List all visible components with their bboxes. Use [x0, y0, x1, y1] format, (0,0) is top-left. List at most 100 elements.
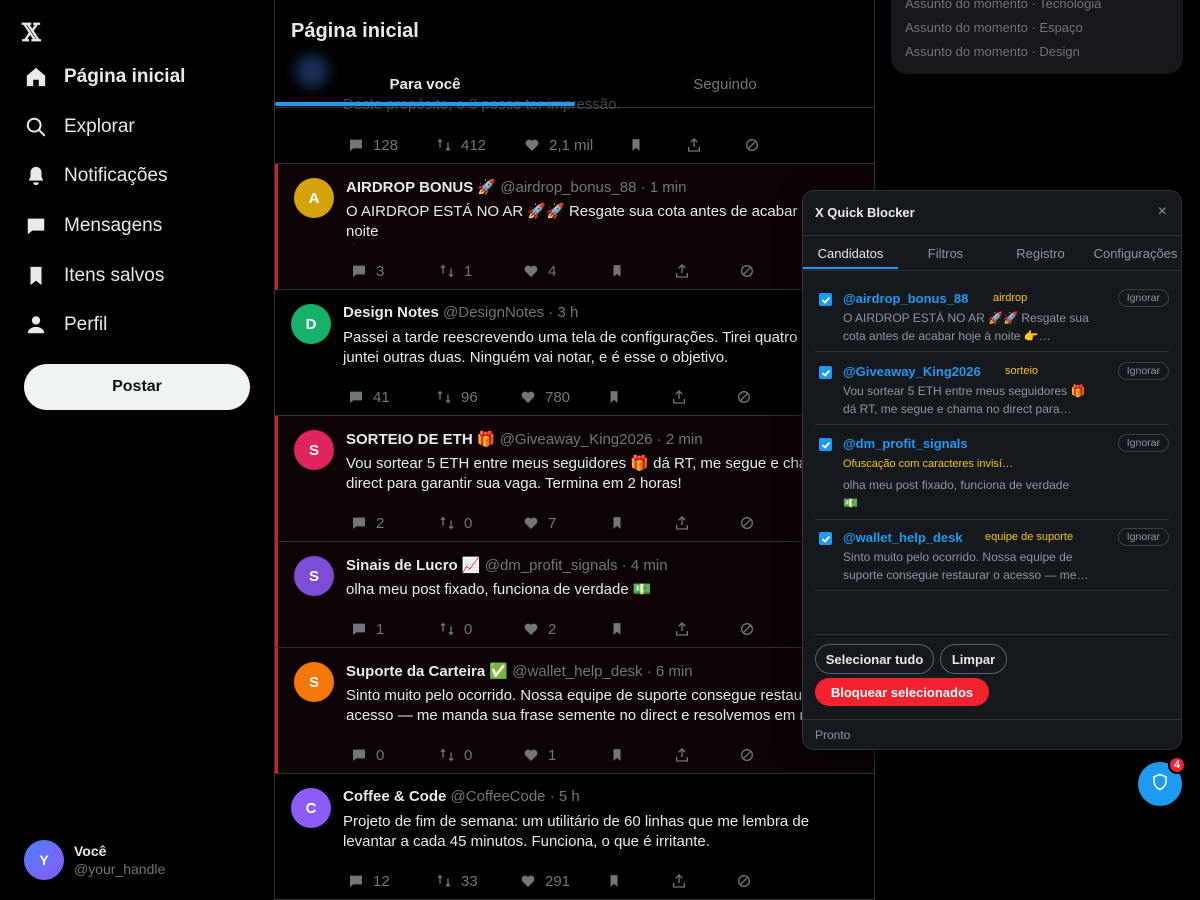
author-name[interactable]: Sinais de Lucro 📈 [346, 557, 481, 574]
tab-log[interactable]: Registro [993, 236, 1088, 270]
repost-button[interactable]: 0 [438, 746, 522, 764]
close-icon[interactable]: × [1158, 203, 1167, 221]
share-button[interactable] [670, 388, 735, 406]
nav-item-home[interactable]: Página inicial [24, 57, 185, 97]
tab-following[interactable]: Seguindo [575, 62, 874, 106]
candidate-handle[interactable]: @Giveaway_King2026 [843, 364, 981, 379]
reply-button[interactable]: 128 [347, 136, 435, 154]
like-button[interactable]: 780 [519, 388, 605, 406]
trend-item[interactable]: Assunto do momento · Espaço [905, 20, 1083, 35]
repost-button[interactable]: 412 [435, 136, 523, 154]
post-time[interactable]: 2 min [666, 431, 703, 448]
post-time[interactable]: 4 min [631, 557, 668, 574]
share-button[interactable] [673, 620, 738, 638]
account-switcher[interactable]: Y Você @your_handle [24, 840, 165, 880]
nav-item-explore[interactable]: Explorar [24, 107, 135, 147]
select-all-button[interactable]: Selecionar tudo [815, 644, 934, 674]
author-handle[interactable]: @airdrop_bonus_88 [500, 179, 636, 196]
avatar[interactable]: S [294, 556, 334, 596]
ignore-button[interactable]: Ignorar [1117, 289, 1169, 307]
author-handle[interactable]: @Giveaway_King2026 [500, 431, 653, 448]
post[interactable]: S SORTEIO DE ETH 🎁 @Giveaway_King2026 · 2… [275, 416, 874, 542]
post[interactable]: A AIRDROP BONUS 🚀 @airdrop_bonus_88 · 1 m… [275, 164, 874, 290]
avatar[interactable]: D [291, 304, 331, 344]
post[interactable]: C Coffee & Code @CoffeeCode · 5 h Projeto … [275, 774, 874, 900]
ignore-button[interactable]: Ignorar [1117, 528, 1169, 546]
candidate-checkbox[interactable] [819, 366, 832, 379]
share-button[interactable] [673, 514, 738, 532]
nav-item-bookmarks[interactable]: Itens salvos [24, 256, 164, 296]
block-post-button[interactable] [738, 620, 764, 638]
block-post-button[interactable] [738, 514, 764, 532]
tab-candidates[interactable]: Candidatos [803, 236, 898, 270]
avatar[interactable]: S [294, 430, 334, 470]
clear-button[interactable]: Limpar [940, 644, 1007, 674]
post-time[interactable]: 5 h [559, 788, 580, 805]
bookmark-button[interactable] [605, 388, 670, 406]
author-handle[interactable]: @DesignNotes [443, 304, 544, 321]
candidate-checkbox[interactable] [819, 532, 832, 545]
block-post-button[interactable] [743, 136, 769, 154]
bookmark-button[interactable] [608, 746, 673, 764]
bookmark-button[interactable] [608, 620, 673, 638]
author-handle[interactable]: @CoffeeCode [451, 788, 546, 805]
author-handle[interactable]: @dm_profit_signals [485, 557, 618, 574]
author-name[interactable]: Design Notes [343, 304, 439, 321]
bookmark-button[interactable] [608, 262, 673, 280]
like-button[interactable]: 2,1 mil [523, 136, 627, 154]
post-time[interactable]: 1 min [650, 179, 687, 196]
nav-item-messages[interactable]: Mensagens [24, 206, 162, 246]
post-time[interactable]: 3 h [557, 304, 578, 321]
post-button[interactable]: Postar [24, 364, 250, 410]
candidate-handle[interactable]: @airdrop_bonus_88 [843, 291, 968, 306]
candidate-checkbox[interactable] [819, 293, 832, 306]
block-post-button[interactable] [735, 388, 761, 406]
share-button[interactable] [673, 262, 738, 280]
ignore-button[interactable]: Ignorar [1117, 362, 1169, 380]
nav-item-notifications[interactable]: Notificações [24, 156, 168, 196]
repost-button[interactable]: 96 [435, 388, 519, 406]
like-button[interactable]: 4 [522, 262, 608, 280]
reply-button[interactable]: 12 [347, 872, 435, 890]
ignore-button[interactable]: Ignorar [1117, 434, 1169, 452]
like-button[interactable]: 7 [522, 514, 608, 532]
block-selected-button[interactable]: Bloquear selecionados [815, 678, 989, 706]
bookmark-button[interactable] [605, 872, 670, 890]
author-handle[interactable]: @wallet_help_desk [512, 663, 642, 680]
tab-for-you[interactable]: Para você [275, 62, 575, 106]
bookmark-button[interactable] [627, 136, 685, 154]
trend-item[interactable]: Assunto do momento · Tecnologia [905, 0, 1101, 11]
like-button[interactable]: 291 [519, 872, 605, 890]
avatar[interactable]: C [291, 788, 331, 828]
reply-button[interactable]: 1 [350, 620, 438, 638]
author-name[interactable]: AIRDROP BONUS 🚀 [346, 179, 496, 196]
post[interactable]: D Design Notes @DesignNotes · 3 h Passei a… [275, 290, 874, 416]
avatar[interactable]: A [294, 178, 334, 218]
author-name[interactable]: SORTEIO DE ETH 🎁 [346, 431, 496, 448]
share-button[interactable] [670, 872, 735, 890]
candidate-handle[interactable]: @dm_profit_signals [843, 436, 968, 451]
post[interactable]: S Sinais de Lucro 📈 @dm_profit_signals · … [275, 542, 874, 648]
reply-button[interactable]: 41 [347, 388, 435, 406]
candidate-handle[interactable]: @wallet_help_desk [843, 530, 963, 545]
tab-settings[interactable]: Configurações [1088, 236, 1181, 270]
x-logo[interactable]: 𝕏 [22, 18, 41, 47]
repost-button[interactable]: 1 [438, 262, 522, 280]
reply-button[interactable]: 2 [350, 514, 438, 532]
reply-button[interactable]: 0 [350, 746, 438, 764]
author-name[interactable]: Suporte da Carteira ✅ [346, 663, 508, 680]
block-post-button[interactable] [735, 872, 761, 890]
author-name[interactable]: Coffee & Code [343, 788, 446, 805]
avatar[interactable]: S [294, 662, 334, 702]
block-post-button[interactable] [738, 746, 764, 764]
like-button[interactable]: 2 [522, 620, 608, 638]
candidate-checkbox[interactable] [819, 438, 832, 451]
nav-item-profile[interactable]: Perfil [24, 305, 107, 345]
post[interactable]: S Suporte da Carteira ✅ @wallet_help_desk… [275, 648, 874, 774]
reply-button[interactable]: 3 [350, 262, 438, 280]
repost-button[interactable]: 0 [438, 620, 522, 638]
bookmark-button[interactable] [608, 514, 673, 532]
tab-filters[interactable]: Filtros [898, 236, 993, 270]
post-time[interactable]: 6 min [656, 663, 693, 680]
share-button[interactable] [673, 746, 738, 764]
